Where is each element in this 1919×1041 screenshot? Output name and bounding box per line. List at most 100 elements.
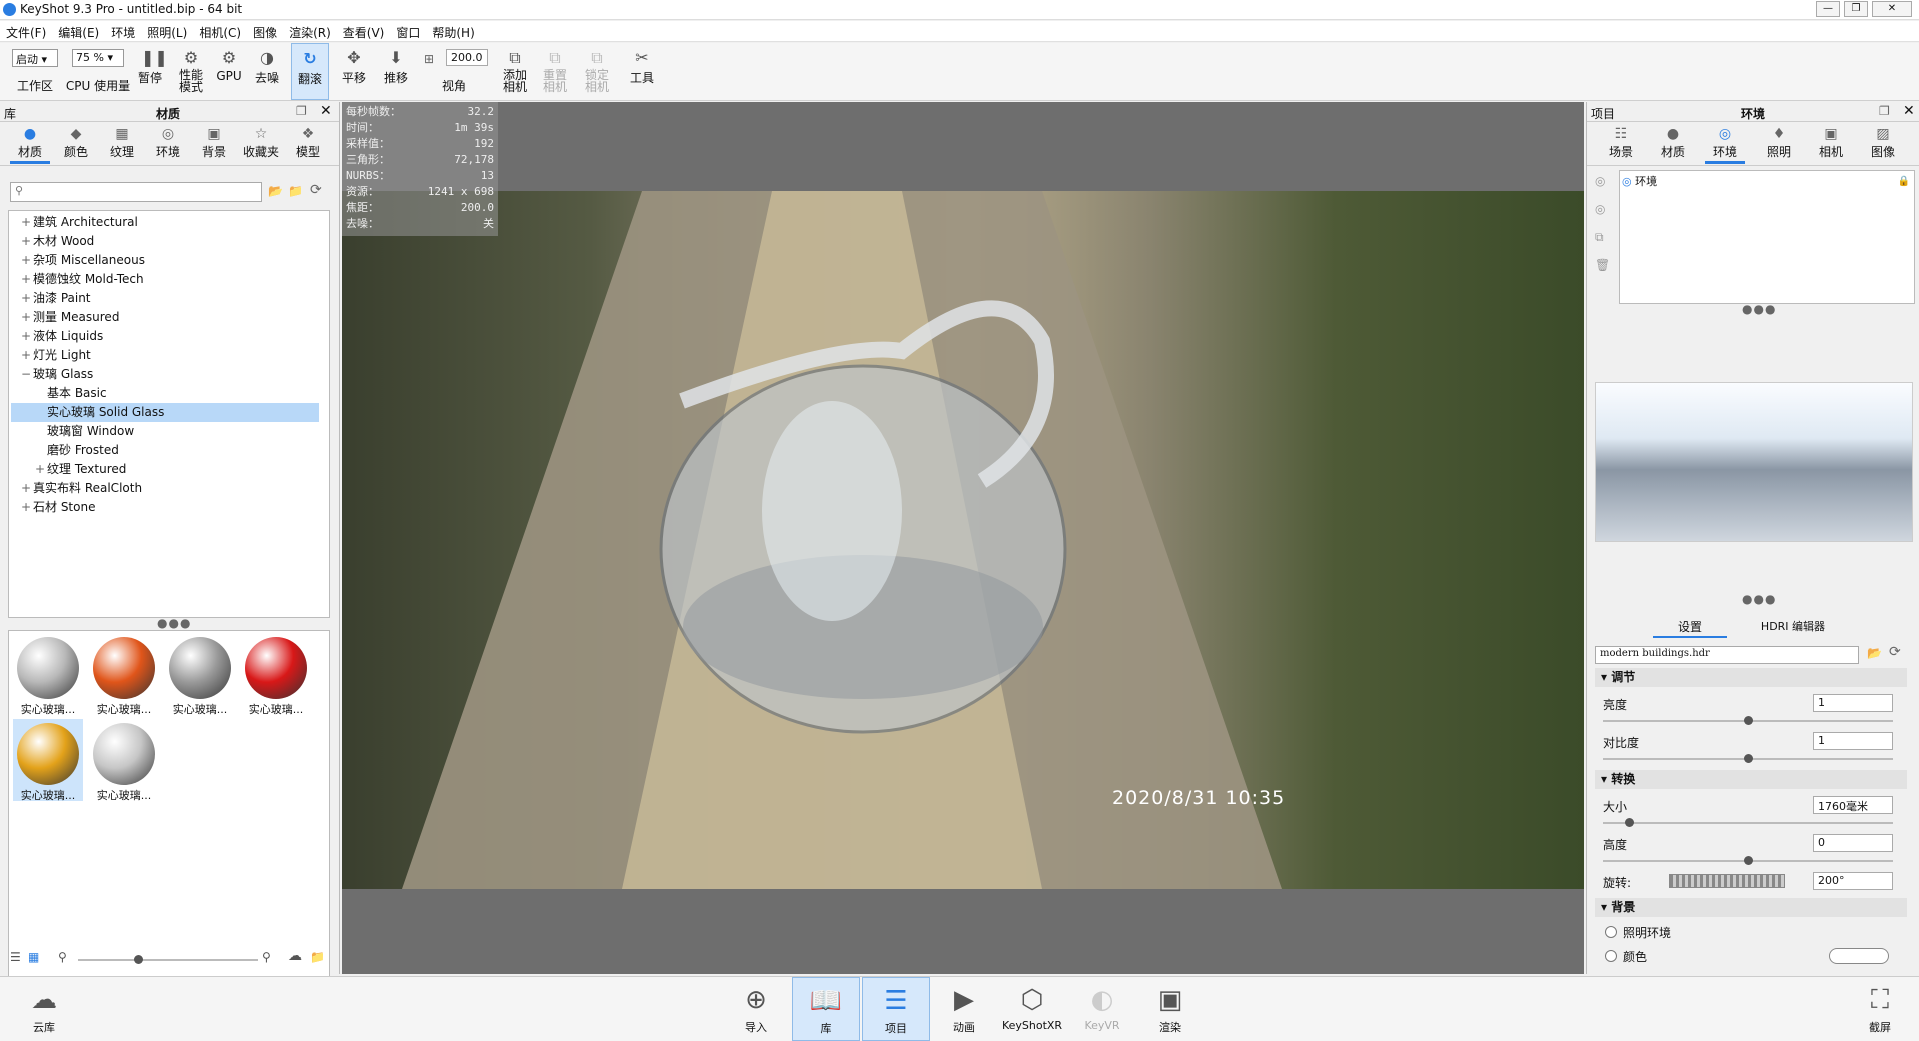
lock-icon[interactable]: 🔒 [1898,173,1910,191]
tree-item[interactable]: + 杂项 Miscellaneous [11,251,319,270]
subtab-hdri-editor[interactable]: HDRI 编辑器 [1745,618,1841,638]
expander-icon[interactable]: + [21,498,33,517]
performance-mode-button[interactable]: ⚙ 性能 模式 [172,43,210,100]
size-input[interactable]: 1760毫米 [1813,796,1893,814]
pan-button[interactable]: ✥ 平移 [336,43,372,100]
grid-view-icon[interactable]: ▦ [28,950,39,964]
maximize-button[interactable]: ❐ [1844,1,1868,17]
splitter-handle[interactable]: ●●● [1742,302,1776,316]
background-color-swatch[interactable] [1829,948,1889,964]
menu-file[interactable]: 文件(F) [0,21,52,41]
delete-icon[interactable]: 🗑 [1595,258,1610,272]
subtab-settings[interactable]: 设置 [1653,618,1727,638]
expander-icon[interactable]: + [21,289,33,308]
tree-item[interactable]: 实心玻璃 Solid Glass [11,403,319,422]
tree-item[interactable]: + 建筑 Architectural [11,213,319,232]
section-background[interactable]: ▾ 背景 [1595,898,1907,917]
tab-materials[interactable]: ● 材质 [10,122,50,164]
reset-camera-button[interactable]: ⧉ 重置 相机 [538,43,572,100]
tree-item[interactable]: + 灯光 Light [11,346,319,365]
add-camera-button[interactable]: ⧉ 添加 相机 [498,43,532,100]
menu-image[interactable]: 图像 [247,21,283,41]
render-image[interactable]: 2020/8/31 10:35 [342,191,1584,889]
zoom-out-icon[interactable]: ⚲ [58,950,67,964]
tree-item[interactable]: + 模德蚀纹 Mold-Tech [11,270,319,289]
tools-button[interactable]: ✂ 工具 [624,43,660,100]
tab-scene[interactable]: ☷ 场景 [1601,122,1641,164]
lighting-environment-radio[interactable] [1605,926,1617,938]
screenshot-button[interactable]: ⛶ 截屏 [1846,977,1914,1041]
tab-environment[interactable]: ◎ 环境 [1705,122,1745,164]
render-button[interactable]: ▣ 渲染 [1136,977,1204,1041]
tab-models[interactable]: ❖ 模型 [288,122,328,164]
tumble-button[interactable]: ↻ 翻滚 [291,43,329,100]
float-panel-icon[interactable]: ❐ [1879,104,1890,118]
section-adjust[interactable]: ▾ 调节 [1595,668,1907,687]
material-thumbnail[interactable]: 实心玻璃... [89,719,159,802]
list-view-icon[interactable]: ☰ [10,950,21,964]
menu-window[interactable]: 窗口 [390,21,426,41]
tab-colors[interactable]: ◆ 颜色 [56,122,96,164]
tab-favorites[interactable]: ☆ 收藏夹 [238,122,284,164]
expander-icon[interactable]: + [21,308,33,327]
expander-icon[interactable]: − [21,365,33,384]
tab-camera[interactable]: ▣ 相机 [1811,122,1851,164]
hdri-preview[interactable] [1595,382,1913,542]
hdr-file-input[interactable]: modern buildings.hdr [1595,646,1859,664]
tree-item[interactable]: 磨砂 Frosted [11,441,319,460]
pause-button[interactable]: ❚❚ 暂停 [134,43,168,100]
contrast-slider[interactable] [1603,754,1893,763]
expander-icon[interactable]: + [21,232,33,251]
menu-view[interactable]: 查看(V) [337,21,391,41]
material-thumbnail[interactable]: 实心玻璃... [13,719,83,802]
menu-edit[interactable]: 编辑(E) [52,21,105,41]
import-button[interactable]: ⊕ 导入 [722,977,790,1041]
material-thumbnail[interactable]: 实心玻璃... [89,633,159,716]
height-input[interactable]: 0 [1813,834,1893,852]
keyshotxr-button[interactable]: ⬡ KeyShotXR [998,977,1066,1041]
close-panel-icon[interactable]: ✕ [320,103,332,119]
minimize-button[interactable]: — [1816,1,1840,17]
library-button[interactable]: 📖 库 [792,977,860,1041]
expander-icon[interactable]: + [21,251,33,270]
close-button[interactable]: ✕ [1872,1,1912,17]
thumbnail-size-slider[interactable] [78,955,258,964]
tree-item[interactable]: − 玻璃 Glass [11,365,319,384]
menu-render[interactable]: 渲染(R) [283,21,337,41]
keyvr-button[interactable]: ◐ KeyVR [1068,977,1136,1041]
open-folder-icon[interactable]: 📂 [1867,646,1882,660]
tab-material[interactable]: ● 材质 [1653,122,1693,164]
size-knob[interactable] [1625,818,1635,827]
tab-environments[interactable]: ◎ 环境 [148,122,188,164]
splitter-handle[interactable]: ●●● [1742,592,1776,606]
rotation-input[interactable]: 200° [1813,872,1893,890]
zoom-in-icon[interactable]: ⚲ [262,950,271,964]
size-slider[interactable] [1603,818,1893,827]
menu-lighting[interactable]: 照明(L) [141,21,193,41]
add-environment-icon[interactable]: ◎ [1595,174,1605,188]
brightness-input[interactable]: 1 [1813,694,1893,712]
menu-help[interactable]: 帮助(H) [426,21,480,41]
tree-item[interactable]: 基本 Basic [11,384,319,403]
cloud-library-button[interactable]: ☁ 云库 [10,977,78,1041]
denoise-button[interactable]: ◑ 去噪 [250,43,284,100]
tree-item[interactable]: + 真实布料 RealCloth [11,479,319,498]
folder-icon[interactable]: 📁 [310,950,325,964]
menu-camera[interactable]: 相机(C) [193,21,247,41]
rotation-dial[interactable] [1669,874,1785,888]
brightness-knob[interactable] [1743,716,1753,725]
lock-camera-button[interactable]: ⧉ 锁定 相机 [580,43,614,100]
height-slider[interactable] [1603,856,1893,865]
tab-textures[interactable]: ▦ 纹理 [102,122,142,164]
brightness-slider[interactable] [1603,716,1893,725]
slider-knob[interactable] [134,955,143,964]
library-search-input[interactable]: ⚲ [10,182,262,202]
animation-button[interactable]: ▶ 动画 [930,977,998,1041]
folder-add-icon[interactable]: 📁 [288,184,303,198]
duplicate-environment-icon[interactable]: ◎ [1595,202,1605,216]
refresh-icon[interactable]: ⟳ [310,182,322,198]
project-button[interactable]: ☰ 项目 [862,977,930,1041]
tab-image[interactable]: ▨ 图像 [1863,122,1903,164]
cloud-upload-icon[interactable]: ☁ [288,948,302,964]
expander-icon[interactable]: + [35,460,47,479]
